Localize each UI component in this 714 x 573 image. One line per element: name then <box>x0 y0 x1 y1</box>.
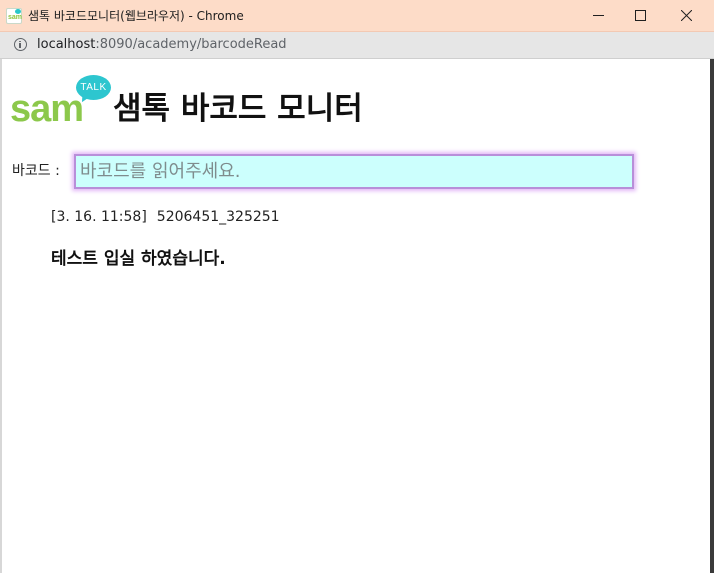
scan-code: 5206451_325251 <box>156 209 280 225</box>
info-icon[interactable] <box>14 38 27 51</box>
scan-message: 테스트 입실 하였습니다. <box>51 249 226 269</box>
address-bar[interactable]: localhost:8090/academy/barcodeRead <box>0 32 714 59</box>
logo-text: sam <box>10 88 84 130</box>
close-icon <box>681 10 692 21</box>
scan-record: [3. 16. 11:58] 5206451_325251 <box>51 207 280 227</box>
window-title: 샘톡 바코드모니터(웹브라우저) - Chrome <box>28 9 244 23</box>
samtalk-logo: sam TALK <box>10 75 112 131</box>
url-path: :8090/academy/barcodeRead <box>95 37 287 52</box>
window-right-edge <box>710 59 714 573</box>
barcode-label: 바코드 : <box>12 163 60 179</box>
maximize-icon <box>635 10 646 21</box>
url-text[interactable]: localhost:8090/academy/barcodeRead <box>37 37 287 53</box>
app-favicon-icon: sam <box>6 8 22 24</box>
minimize-icon <box>593 15 604 16</box>
page-content: sam TALK 샘톡 바코드 모니터 바코드 : [3. 16. 11:58]… <box>2 59 710 573</box>
barcode-input[interactable] <box>74 154 634 189</box>
window-titlebar: sam 샘톡 바코드모니터(웹브라우저) - Chrome <box>0 0 714 32</box>
page-title: 샘톡 바코드 모니터 <box>113 91 363 127</box>
logo-bubble-text: TALK <box>80 82 107 93</box>
url-host: localhost <box>37 37 96 52</box>
minimize-button[interactable] <box>575 0 621 31</box>
close-button[interactable] <box>663 0 709 31</box>
scan-time: [3. 16. 11:58] <box>51 209 147 225</box>
maximize-button[interactable] <box>617 0 663 31</box>
